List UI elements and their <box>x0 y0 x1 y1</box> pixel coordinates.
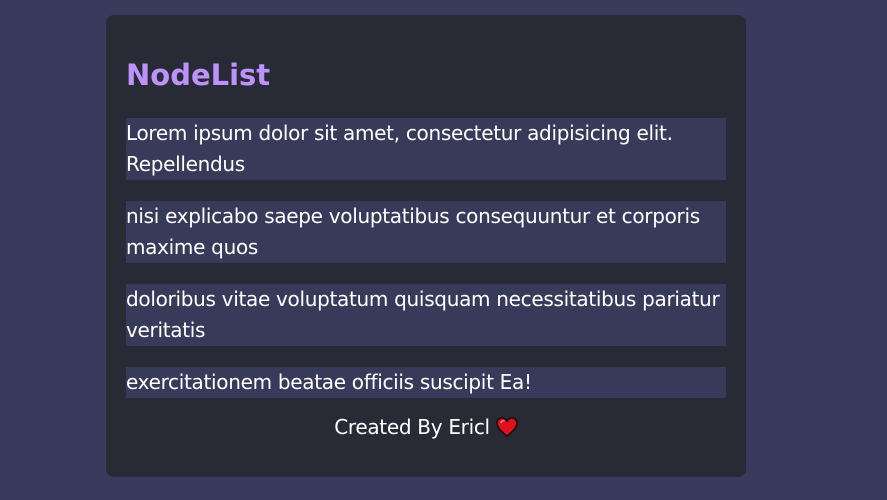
footer-credit: Created By Ericl <box>334 415 490 439</box>
list-item: doloribus vitae voluptatum quisquam nece… <box>126 284 726 346</box>
list-item: nisi explicabo saepe voluptatibus conseq… <box>126 201 726 263</box>
footer: Created By Ericl <box>126 412 726 442</box>
page-title: NodeList <box>126 58 271 92</box>
list-item: exercitationem beatae officiis suscipit … <box>126 367 726 398</box>
node-list-card: NodeList Lorem ipsum dolor sit amet, con… <box>106 15 746 477</box>
list-item: Lorem ipsum dolor sit amet, consectetur … <box>126 118 726 180</box>
node-list: Lorem ipsum dolor sit amet, consectetur … <box>126 118 726 398</box>
heart-icon <box>495 415 518 438</box>
